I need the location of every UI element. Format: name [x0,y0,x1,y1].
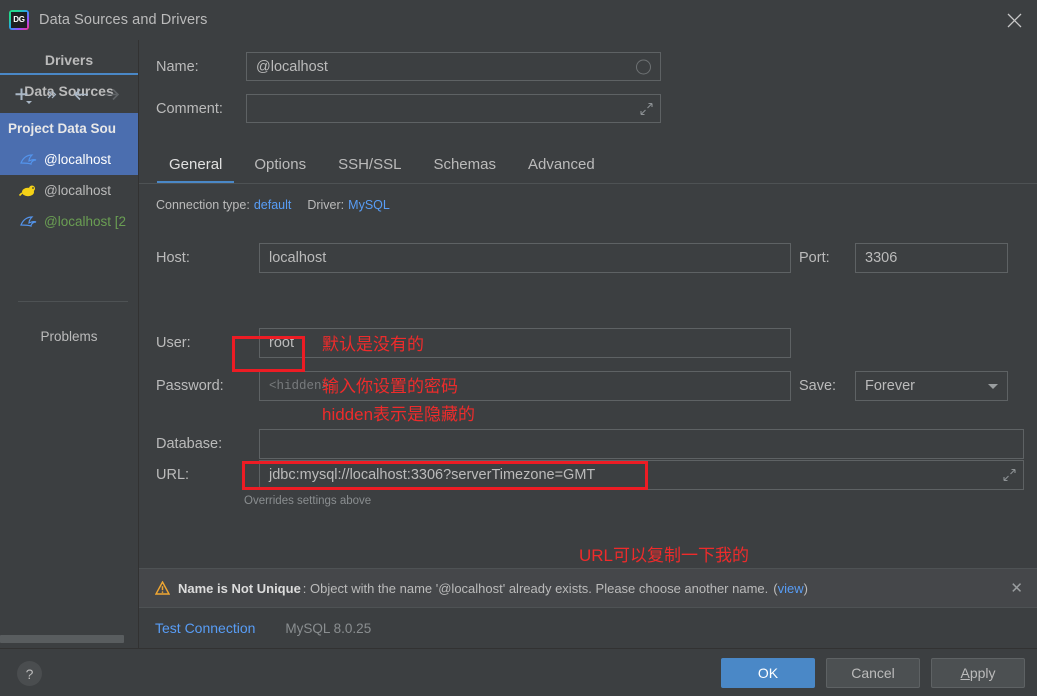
save-label: Save: [799,378,855,394]
mysql-dolphin-icon [18,152,40,168]
name-label: Name: [156,59,246,75]
chevron-down-icon [988,384,998,389]
sidebar-tab-drivers[interactable]: Drivers [0,44,138,75]
warning-bar: Name is Not Unique : Object with the nam… [139,568,1037,607]
ok-button[interactable]: OK [721,658,815,688]
sidebar-item-datasource-2[interactable]: @localhost [0,175,138,206]
comment-row: Comment: [156,94,661,123]
save-row: Save: Forever [799,371,1008,401]
data-sources-dialog: Data Sources and Drivers Drivers Data So… [0,0,1037,696]
name-value: @localhost [256,59,328,75]
window-title: Data Sources and Drivers [39,12,207,28]
back-button[interactable] [68,81,95,107]
chevron-down-icon [26,101,32,104]
warning-message: : Object with the name '@localhost' alre… [303,581,768,596]
tab-bar: General Options SSH/SSL Schemas Advanced [153,145,1037,184]
connection-type-value[interactable]: default [254,198,292,212]
database-input[interactable] [259,429,1024,459]
tab-options[interactable]: Options [238,145,322,184]
port-row: Port: 3306 [799,243,1008,273]
apply-mnemonic: A [960,665,969,681]
user-value: root [269,335,294,351]
mysql-dolphin-icon [18,214,40,230]
sidebar-item-label: @localhost [44,183,111,198]
circle-icon[interactable] [636,59,651,74]
password-label: Password: [156,378,259,394]
port-value: 3306 [865,250,897,266]
driver-label: Driver: [307,198,344,212]
annotation-password-note-1: 输入你设置的密码 [322,374,458,400]
url-row: URL: jdbc:mysql://localhost:3306?serverT… [156,460,1024,490]
driver-value[interactable]: MySQL [348,198,390,212]
url-hint: Overrides settings above [244,495,371,507]
sidebar-divider [18,301,128,302]
host-row: Host: localhost [156,243,791,273]
database-row: Database: [156,429,1024,459]
port-label: Port: [799,250,855,266]
connection-type-row: Connection type: default Driver: MySQL [156,198,390,212]
connection-type-label: Connection type: [156,198,250,212]
mariadb-sealion-icon [18,183,40,199]
close-icon[interactable]: ✕ [1010,579,1023,597]
host-input[interactable]: localhost [259,243,791,273]
database-label: Database: [156,436,259,452]
annotation-user-note: 默认是没有的 [322,332,424,358]
main-panel: Name: @localhost Comment: General Option… [139,40,1037,648]
help-button[interactable]: ? [17,661,42,686]
sidebar-toolbar [0,75,138,113]
host-value: localhost [269,250,326,266]
expand-icon[interactable] [1003,469,1016,482]
url-input[interactable]: jdbc:mysql://localhost:3306?serverTimezo… [259,460,1024,490]
warning-title: Name is Not Unique [178,581,301,596]
test-connection-link[interactable]: Test Connection [155,620,255,636]
apply-rest: pply [970,665,996,681]
url-value: jdbc:mysql://localhost:3306?serverTimezo… [269,467,595,483]
more-button[interactable] [38,81,65,107]
sidebar-item-datasource-1[interactable]: @localhost [0,144,138,175]
port-input[interactable]: 3306 [855,243,1008,273]
save-dropdown[interactable]: Forever [855,371,1008,401]
tab-advanced[interactable]: Advanced [512,145,611,184]
title-bar: Data Sources and Drivers [0,0,1037,40]
footer-bar: Test Connection MySQL 8.0.25 [139,607,1037,648]
sidebar-item-label: @localhost [2 [44,214,126,229]
expand-icon[interactable] [640,102,653,115]
annotation-url-note-1: URL可以复制一下我的 [579,543,749,569]
tab-bar-divider [139,183,1037,184]
name-input[interactable]: @localhost [246,52,661,81]
tab-schemas[interactable]: Schemas [417,145,512,184]
name-row: Name: @localhost [156,52,661,81]
sidebar-list: @localhost @localhost @localhost [2 [0,144,138,237]
sidebar-item-problems[interactable]: Problems [0,322,138,350]
cancel-button[interactable]: Cancel [826,658,920,688]
host-label: Host: [156,250,259,266]
warning-close-paren: ) [804,581,808,596]
sidebar-group-header[interactable]: Project Data Sou [0,113,138,144]
add-button[interactable] [8,81,35,107]
comment-label: Comment: [156,101,246,117]
apply-button[interactable]: Apply [931,658,1025,688]
sidebar-scrollbar-thumb[interactable] [0,635,124,643]
user-label: User: [156,335,259,351]
sidebar-item-label: @localhost [44,152,111,167]
annotation-password-note-2: hidden表示是隐藏的 [322,402,475,428]
warning-view-link[interactable]: view [778,581,804,596]
tab-general[interactable]: General [153,145,238,184]
driver-version-label: MySQL 8.0.25 [285,621,371,636]
forward-button[interactable] [98,81,125,107]
close-icon[interactable] [991,0,1037,40]
tab-ssh-ssl[interactable]: SSH/SSL [322,145,417,184]
sidebar-item-datasource-3[interactable]: @localhost [2 [0,206,138,237]
save-value: Forever [865,378,915,394]
warning-triangle-icon [155,581,170,595]
comment-input[interactable] [246,94,661,123]
password-row: Password: <hidden> [156,371,791,401]
dialog-button-bar: ? OK Cancel Apply [0,648,1037,696]
password-placeholder: <hidden> [269,379,329,393]
url-label: URL: [156,467,259,483]
user-row: User: root [156,328,791,358]
datagrip-icon [9,10,29,30]
